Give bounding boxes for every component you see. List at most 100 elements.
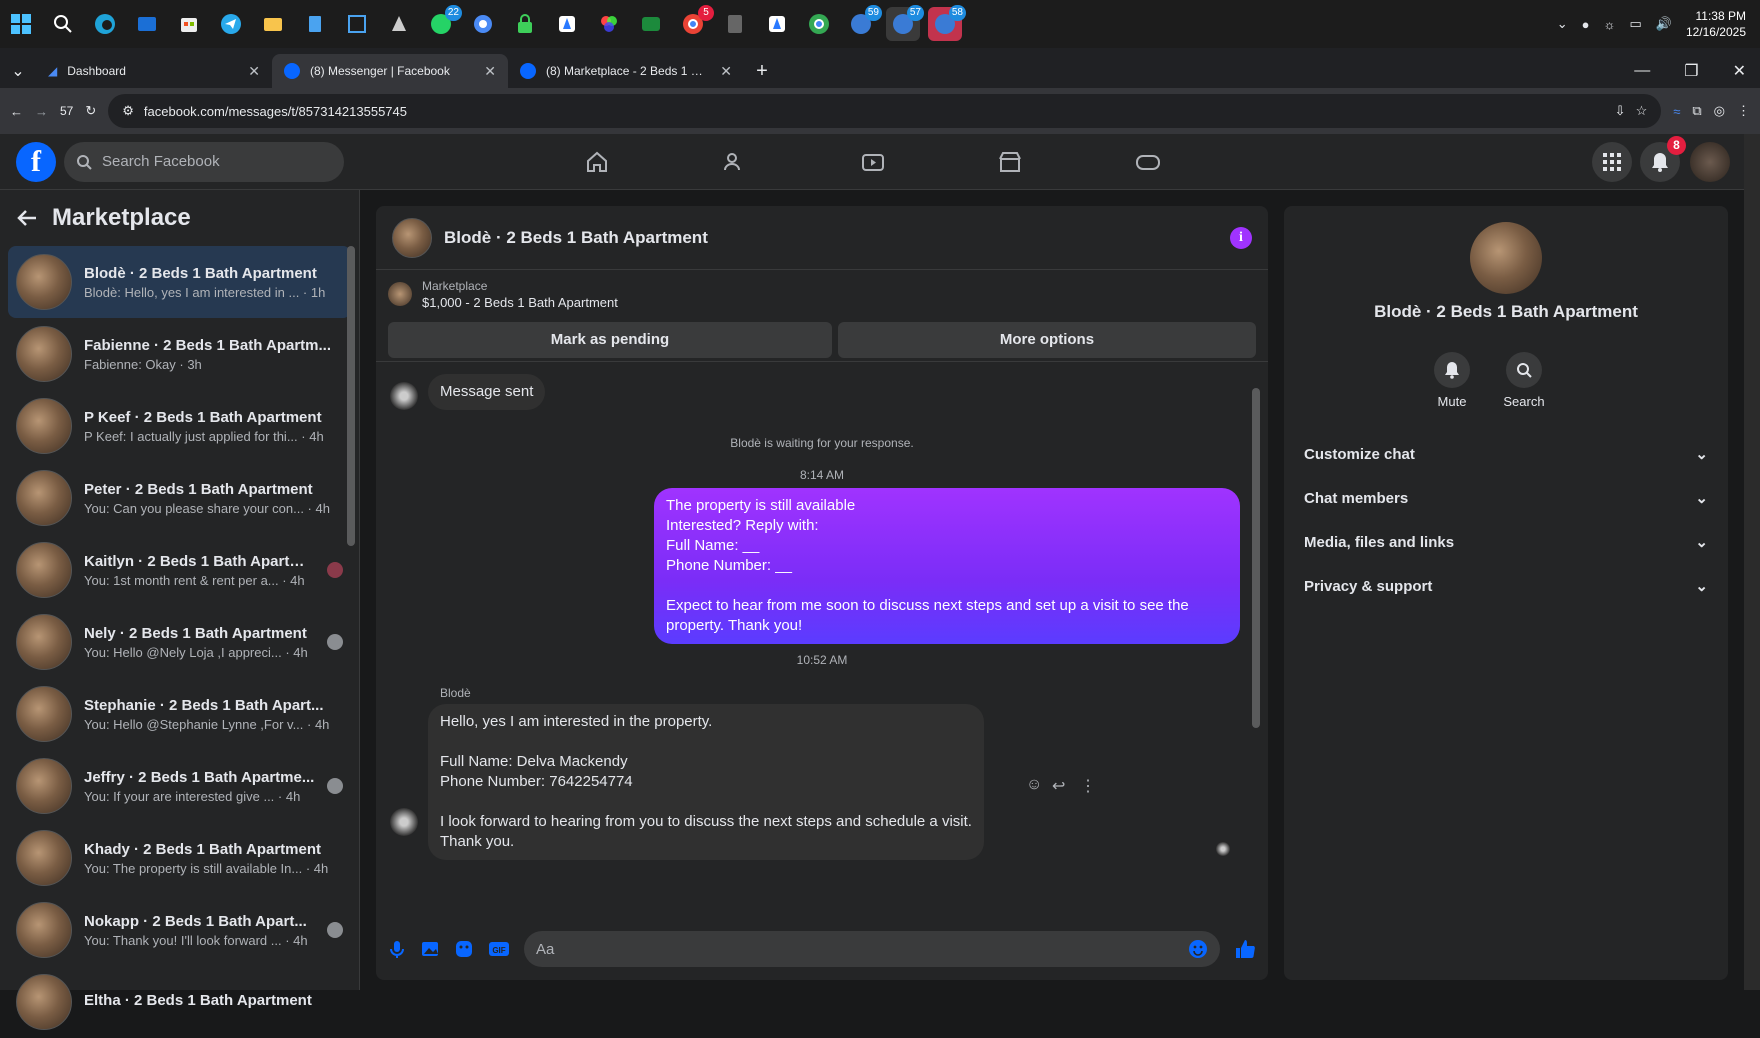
chat-members-section[interactable]: Chat members ⌄ xyxy=(1296,476,1716,520)
chrome-icon[interactable]: 5 xyxy=(676,5,714,41)
more-actions-icon[interactable]: ⋮ xyxy=(1080,776,1096,796)
extension-icon[interactable]: ≈ xyxy=(1673,104,1680,119)
file-explorer-icon[interactable] xyxy=(256,7,290,41)
outgoing-message-bubble[interactable]: The property is still available Interest… xyxy=(654,488,1240,644)
gaming-icon[interactable] xyxy=(1093,142,1203,182)
details-avatar[interactable] xyxy=(1470,222,1542,294)
mute-button[interactable]: Mute xyxy=(1422,352,1482,409)
emoji-icon[interactable] xyxy=(1188,939,1208,959)
chat-title[interactable]: Blodè · 2 Beds 1 Bath Apartment xyxy=(444,228,1218,248)
profile-icon[interactable]: ◎ xyxy=(1714,103,1725,119)
app58-icon[interactable]: 58 xyxy=(928,5,966,41)
media-files-links-section[interactable]: Media, files and links ⌄ xyxy=(1296,520,1716,564)
windows-start-icon[interactable] xyxy=(4,7,38,41)
privacy-support-section[interactable]: Privacy & support ⌄ xyxy=(1296,564,1716,608)
security-icon[interactable]: ● xyxy=(1582,17,1590,32)
customize-chat-section[interactable]: Customize chat ⌄ xyxy=(1296,432,1716,476)
gif-icon[interactable]: GIF xyxy=(488,939,510,959)
snipping-icon[interactable] xyxy=(340,7,374,41)
microphone-icon[interactable] xyxy=(388,939,406,959)
chrome-profile-icon[interactable] xyxy=(802,7,836,41)
close-tab-icon[interactable]: ✕ xyxy=(484,63,496,80)
restore-icon[interactable]: ❐ xyxy=(1684,61,1698,81)
home-icon[interactable] xyxy=(542,142,652,182)
profile-avatar[interactable] xyxy=(1690,142,1730,182)
like-thumb-icon[interactable] xyxy=(1234,938,1256,960)
volume-icon[interactable]: 🔊 xyxy=(1656,16,1672,32)
react-emoji-icon[interactable]: ☺ xyxy=(1026,776,1042,794)
marketplace-icon[interactable] xyxy=(955,142,1065,182)
tab-messenger[interactable]: (8) Messenger | Facebook ✕ xyxy=(272,54,508,88)
brightness-icon[interactable]: ☼ xyxy=(1604,17,1616,32)
search-icon[interactable] xyxy=(46,7,80,41)
edge-icon[interactable] xyxy=(88,7,122,41)
conversation-item[interactable]: Eltha · 2 Beds 1 Bath Apartment xyxy=(8,966,351,1038)
apps-menu-icon[interactable] xyxy=(1592,142,1632,182)
conversation-item[interactable]: Khady · 2 Beds 1 Bath Apartment You: The … xyxy=(8,822,351,894)
info-icon[interactable]: i xyxy=(1230,226,1252,249)
conversation-item[interactable]: Fabienne · 2 Beds 1 Bath Apartm... Fabien… xyxy=(8,318,351,390)
incoming-message-bubble[interactable]: Hello, yes I am interested in the proper… xyxy=(428,704,984,860)
search-conversation-button[interactable]: Search xyxy=(1494,352,1554,409)
sidebar-scrollbar[interactable] xyxy=(347,246,355,546)
app-white-icon[interactable] xyxy=(550,7,584,41)
conversation-item[interactable]: Blodè · 2 Beds 1 Bath Apartment Blodè: He… xyxy=(8,246,351,318)
listing-banner[interactable]: Marketplace $1,000 - 2 Beds 1 Bath Apart… xyxy=(376,270,1268,318)
sticker-icon[interactable] xyxy=(454,939,474,959)
app-white2-icon[interactable] xyxy=(760,7,794,41)
bookmark-star-icon[interactable]: ☆ xyxy=(1636,103,1648,119)
calculator-icon[interactable] xyxy=(718,7,752,41)
menu-icon[interactable]: ⋮ xyxy=(1737,103,1750,119)
friends-icon[interactable] xyxy=(680,142,790,182)
conversation-item[interactable]: P Keef · 2 Beds 1 Bath Apartment P Keef: … xyxy=(8,390,351,462)
outlook-icon[interactable] xyxy=(130,7,164,41)
back-arrow-icon[interactable] xyxy=(16,208,38,228)
back-icon[interactable]: ← xyxy=(10,104,23,119)
page-scrollbar[interactable] xyxy=(1744,134,1760,990)
color-app-icon[interactable] xyxy=(592,7,626,41)
clock[interactable]: 11:38 PM 12/16/2025 xyxy=(1686,8,1746,40)
photo-icon[interactable] xyxy=(420,939,440,959)
message-bubble[interactable]: Message sent xyxy=(428,374,546,410)
video-icon[interactable] xyxy=(818,142,928,182)
close-tab-icon[interactable]: ✕ xyxy=(248,63,260,80)
minimize-icon[interactable]: — xyxy=(1634,62,1650,80)
app59-icon[interactable]: 59 xyxy=(844,5,882,41)
mark-as-pending-button[interactable]: Mark as pending xyxy=(388,321,832,358)
chat-scrollbar[interactable] xyxy=(1252,388,1260,728)
network-icon[interactable]: ▭ xyxy=(1629,16,1641,32)
close-tab-icon[interactable]: ✕ xyxy=(720,63,732,80)
app-icon[interactable] xyxy=(382,7,416,41)
lock-app-icon[interactable] xyxy=(508,7,542,41)
tab-search-icon[interactable]: ⌄ xyxy=(0,54,36,88)
conversation-item[interactable]: Nokapp · 2 Beds 1 Bath Apart... You: Than… xyxy=(8,894,351,966)
app57-icon[interactable]: 57 xyxy=(886,5,924,41)
notepad-icon[interactable] xyxy=(298,7,332,41)
install-icon[interactable]: ⇩ xyxy=(1615,103,1626,119)
infinity-app-icon[interactable] xyxy=(634,7,668,41)
forward-icon[interactable]: → xyxy=(35,104,48,119)
search-input[interactable]: Search Facebook xyxy=(64,141,344,182)
conversation-item[interactable]: Peter · 2 Beds 1 Bath Apartment You: Can … xyxy=(8,462,351,534)
tab-marketplace[interactable]: (8) Marketplace - 2 Beds 1 Bath ✕ xyxy=(508,54,744,88)
conversation-item[interactable]: Jeffry · 2 Beds 1 Bath Apartme... You: If… xyxy=(8,750,351,822)
puzzle-icon[interactable]: ⧉ xyxy=(1692,103,1701,119)
app-blue-icon[interactable] xyxy=(466,7,500,41)
new-tab-button[interactable]: + xyxy=(744,54,780,88)
site-info-icon[interactable]: ⚙ xyxy=(122,103,134,119)
store-icon[interactable] xyxy=(172,7,206,41)
whatsapp-icon[interactable]: 22 xyxy=(424,5,462,41)
reload-icon[interactable]: ↻ xyxy=(85,103,96,119)
notifications-bell-icon[interactable]: 8 xyxy=(1640,136,1686,182)
facebook-logo-icon[interactable]: f xyxy=(16,141,56,182)
chevron-up-icon[interactable]: ⌄ xyxy=(1557,16,1568,32)
conversation-item[interactable]: Kaitlyn · 2 Beds 1 Bath Apartm... You: 1s… xyxy=(8,534,351,606)
more-options-button[interactable]: More options xyxy=(837,321,1256,358)
close-window-icon[interactable]: ✕ xyxy=(1733,61,1746,81)
message-input[interactable]: Aa xyxy=(524,931,1220,967)
reply-icon[interactable]: ↩ xyxy=(1052,776,1065,796)
url-input[interactable]: ⚙ facebook.com/messages/t/85731421355574… xyxy=(108,94,1662,128)
conversation-item[interactable]: Nely · 2 Beds 1 Bath Apartment You: Hello… xyxy=(8,606,351,678)
chat-avatar[interactable] xyxy=(392,217,432,258)
tab-dashboard[interactable]: ◢ Dashboard ✕ xyxy=(36,54,272,88)
